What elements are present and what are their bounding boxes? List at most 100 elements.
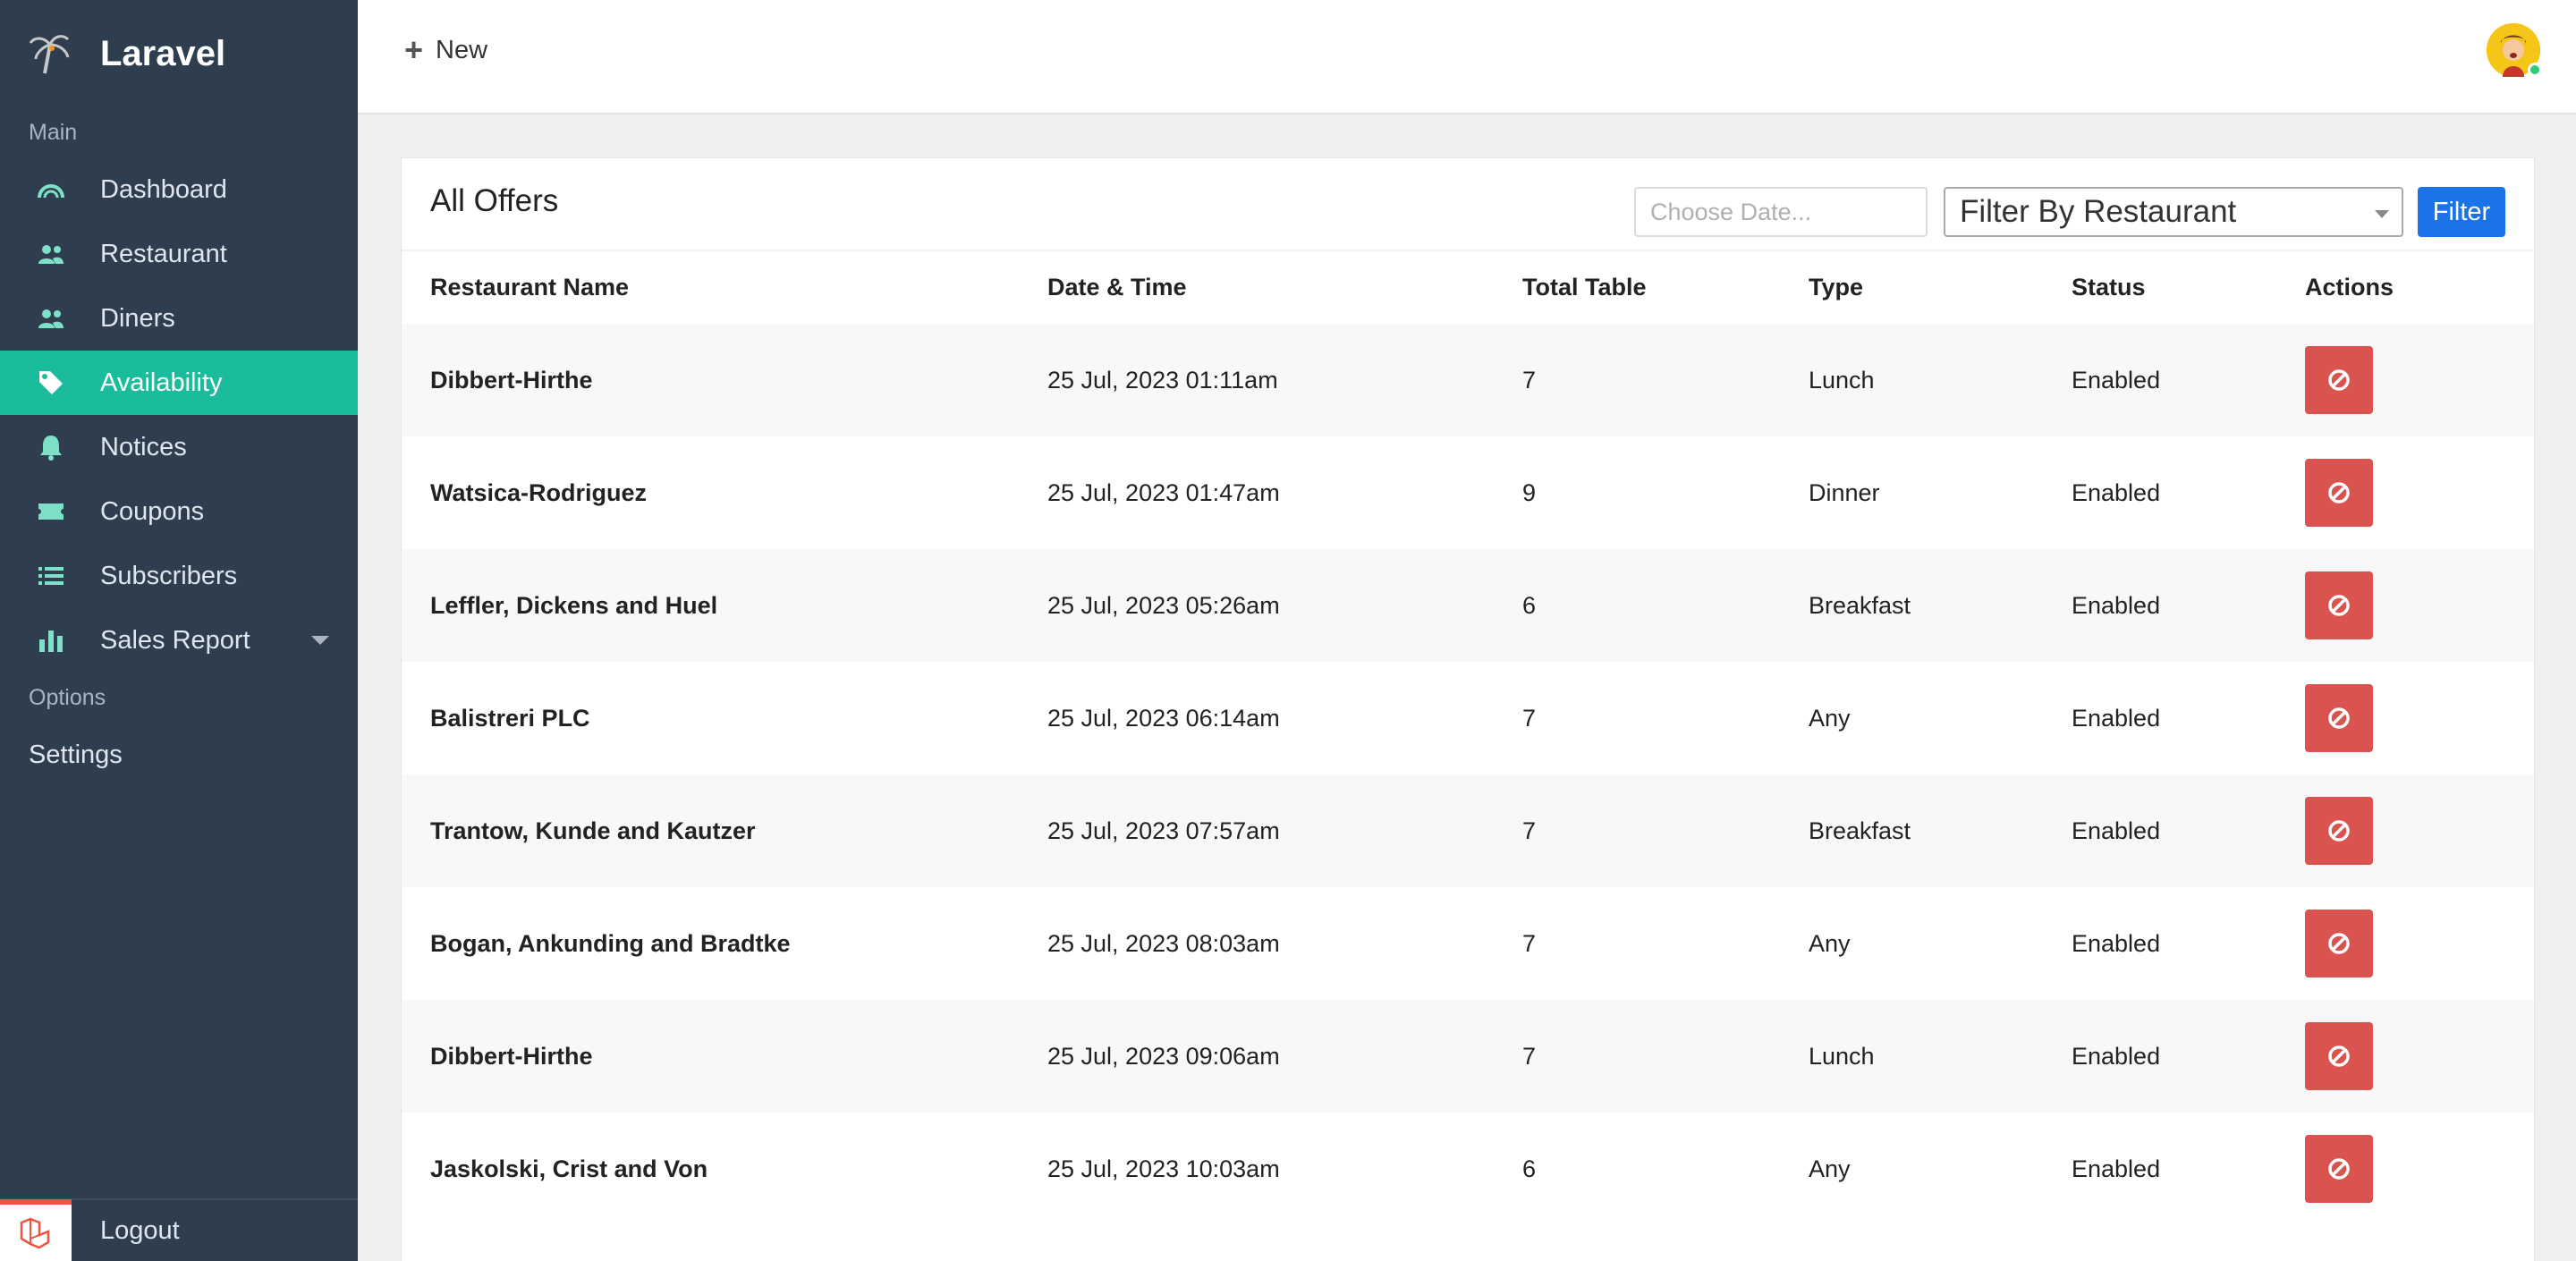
sidebar-item-restaurant[interactable]: Restaurant bbox=[0, 222, 358, 286]
type-cell: Lunch bbox=[1809, 1042, 1875, 1070]
restaurant-name-cell: Bogan, Ankunding and Bradtke bbox=[430, 929, 791, 957]
table-row: Balistreri PLC 25 Jul, 2023 06:14am 7 An… bbox=[402, 662, 2534, 774]
table-header-row: Restaurant Name Date & Time Total Table … bbox=[402, 250, 2534, 324]
avatar[interactable] bbox=[2487, 23, 2542, 77]
filter-button[interactable]: Filter bbox=[2418, 187, 2505, 237]
ban-icon bbox=[2328, 1045, 2350, 1067]
section-label-main: Main bbox=[29, 119, 78, 145]
new-button[interactable]: + New bbox=[404, 34, 487, 66]
online-status-dot bbox=[2528, 63, 2542, 77]
restaurant-name-cell: Dibbert-Hirthe bbox=[430, 366, 593, 394]
status-cell: Enabled bbox=[2072, 478, 2161, 506]
total-table-cell: 7 bbox=[1522, 704, 1537, 732]
datetime-cell: 25 Jul, 2023 05:26am bbox=[1047, 591, 1280, 619]
total-table-cell: 6 bbox=[1522, 1155, 1537, 1182]
actions-cell bbox=[2305, 774, 2534, 887]
type-cell: Breakfast bbox=[1809, 817, 1911, 844]
datetime-cell: 25 Jul, 2023 07:57am bbox=[1047, 817, 1280, 844]
topbar: + New bbox=[358, 0, 2576, 114]
users-icon bbox=[36, 239, 66, 269]
table-row: Dibbert-Hirthe 25 Jul, 2023 01:11am 7 Lu… bbox=[402, 324, 2534, 436]
type-cell: Any bbox=[1809, 929, 1851, 957]
total-table-cell: 7 bbox=[1522, 929, 1537, 957]
page-title: All Offers bbox=[430, 183, 559, 218]
sidebar-item-subscribers[interactable]: Subscribers bbox=[0, 544, 358, 608]
table-row: Bogan, Ankunding and Bradtke 25 Jul, 202… bbox=[402, 887, 2534, 1000]
restaurant-filter-select[interactable]: Filter By Restaurant bbox=[1944, 187, 2403, 237]
status-cell: Enabled bbox=[2072, 929, 2161, 957]
restaurant-name-cell: Trantow, Kunde and Kautzer bbox=[430, 817, 756, 844]
datetime-cell: 25 Jul, 2023 01:47am bbox=[1047, 478, 1280, 506]
type-cell: Lunch bbox=[1809, 366, 1875, 394]
logout-link[interactable]: Logout bbox=[100, 1216, 180, 1246]
disable-button[interactable] bbox=[2305, 1135, 2373, 1203]
sidebar-item-dashboard[interactable]: Dashboard bbox=[0, 157, 358, 222]
plus-icon: + bbox=[404, 31, 424, 68]
actions-cell bbox=[2305, 1000, 2534, 1113]
column-header: Total Table bbox=[1522, 250, 1809, 324]
ban-icon bbox=[2328, 820, 2350, 842]
chevron-down-icon[interactable] bbox=[311, 636, 329, 645]
bar-chart-icon bbox=[36, 625, 66, 656]
disable-button[interactable] bbox=[2305, 459, 2373, 527]
laravel-logo-icon bbox=[0, 1199, 72, 1261]
sidebar-item-settings[interactable]: Settings bbox=[0, 723, 358, 787]
sidebar-item-label: Notices bbox=[100, 432, 187, 461]
actions-cell bbox=[2305, 324, 2534, 436]
sidebar-item-label: Diners bbox=[100, 303, 175, 333]
datetime-cell: 25 Jul, 2023 09:06am bbox=[1047, 1042, 1280, 1070]
type-cell: Breakfast bbox=[1809, 591, 1911, 619]
disable-button[interactable] bbox=[2305, 684, 2373, 752]
sidebar-item-availability[interactable]: Availability bbox=[0, 351, 358, 415]
sidebar-item-coupons[interactable]: Coupons bbox=[0, 479, 358, 544]
table-row: Watsica-Rodriguez 25 Jul, 2023 01:47am 9… bbox=[402, 436, 2534, 549]
ban-icon bbox=[2328, 933, 2350, 954]
logout-bar[interactable]: Logout bbox=[0, 1198, 358, 1261]
total-table-cell: 6 bbox=[1522, 591, 1537, 619]
new-button-label: New bbox=[436, 35, 488, 64]
list-icon bbox=[36, 561, 66, 591]
brand[interactable]: Laravel bbox=[0, 0, 358, 107]
datetime-cell: 25 Jul, 2023 01:11am bbox=[1047, 366, 1278, 394]
date-picker-input[interactable] bbox=[1634, 187, 1928, 237]
sidebar-item-notices[interactable]: Notices bbox=[0, 415, 358, 479]
disable-button[interactable] bbox=[2305, 910, 2373, 977]
ban-icon bbox=[2328, 1158, 2350, 1180]
datetime-cell: 25 Jul, 2023 06:14am bbox=[1047, 704, 1280, 732]
restaurant-name-cell: Leffler, Dickens and Huel bbox=[430, 591, 718, 619]
column-header: Date & Time bbox=[1047, 250, 1522, 324]
status-cell: Enabled bbox=[2072, 704, 2161, 732]
datetime-cell: 25 Jul, 2023 10:03am bbox=[1047, 1155, 1280, 1182]
chevron-down-icon bbox=[2375, 210, 2389, 218]
sidebar-item-label: Coupons bbox=[100, 496, 205, 526]
restaurant-name-cell: Dibbert-Hirthe bbox=[430, 1042, 593, 1070]
sidebar-item-diners[interactable]: Diners bbox=[0, 286, 358, 351]
actions-cell bbox=[2305, 1113, 2534, 1225]
sidebar-item-label: Subscribers bbox=[100, 561, 238, 590]
tag-icon bbox=[36, 368, 66, 398]
restaurant-name-cell: Balistreri PLC bbox=[430, 704, 590, 732]
actions-cell bbox=[2305, 662, 2534, 774]
sidebar-item-label: Availability bbox=[100, 368, 223, 397]
actions-cell bbox=[2305, 549, 2534, 662]
ban-icon bbox=[2328, 482, 2350, 504]
bell-icon bbox=[36, 432, 66, 462]
column-header: Status bbox=[2072, 250, 2305, 324]
palm-tree-logo-icon bbox=[27, 30, 73, 77]
sidebar-item-sales-report[interactable]: Sales Report bbox=[0, 608, 358, 673]
sidebar: Laravel Main Dashboard Restaurant Diners… bbox=[0, 0, 358, 1261]
ban-icon bbox=[2328, 595, 2350, 616]
disable-button[interactable] bbox=[2305, 797, 2373, 865]
disable-button[interactable] bbox=[2305, 1022, 2373, 1090]
column-header: Type bbox=[1809, 250, 2072, 324]
sidebar-item-label: Sales Report bbox=[100, 625, 250, 655]
total-table-cell: 7 bbox=[1522, 1042, 1537, 1070]
column-header: Actions bbox=[2305, 250, 2534, 324]
total-table-cell: 9 bbox=[1522, 478, 1537, 506]
disable-button[interactable] bbox=[2305, 571, 2373, 639]
type-cell: Any bbox=[1809, 704, 1851, 732]
status-cell: Enabled bbox=[2072, 1155, 2161, 1182]
restaurant-name-cell: Jaskolski, Crist and Von bbox=[430, 1155, 708, 1182]
actions-cell bbox=[2305, 436, 2534, 549]
disable-button[interactable] bbox=[2305, 346, 2373, 414]
